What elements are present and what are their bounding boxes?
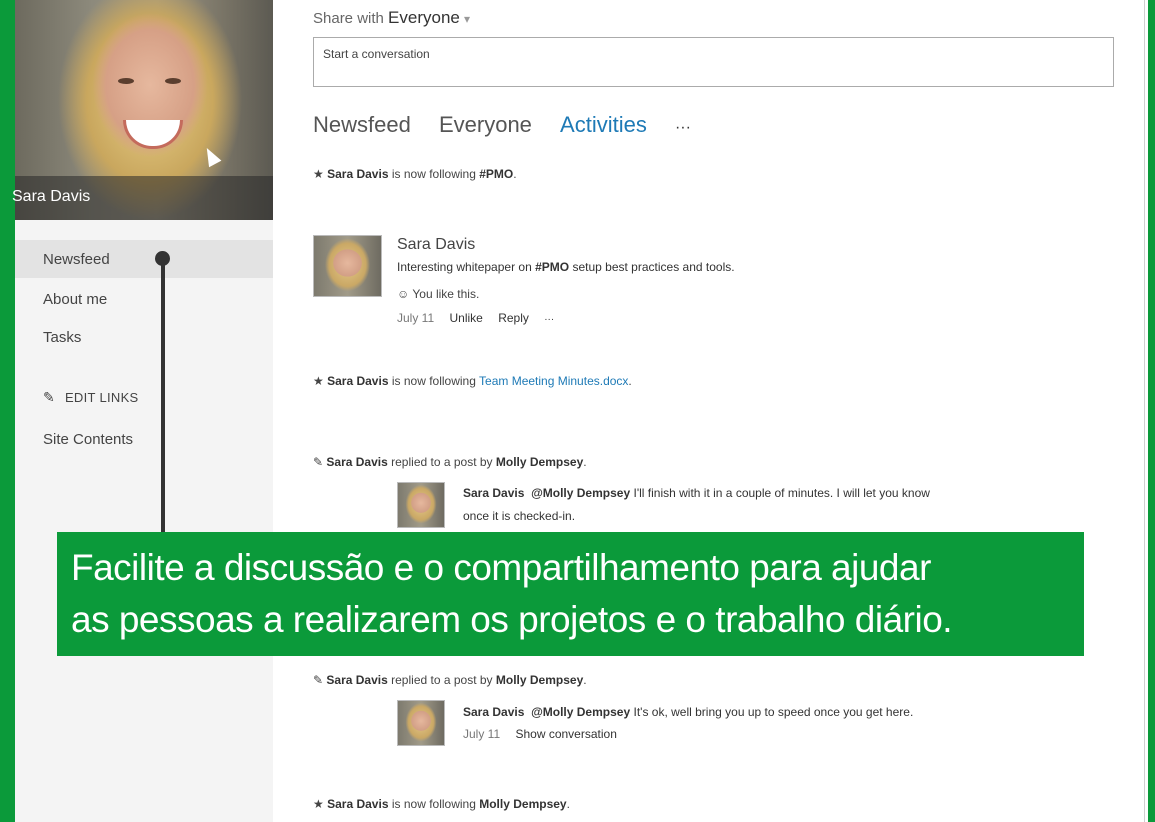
feed-user-link[interactable]: Sara Davis: [327, 374, 388, 388]
feed-suffix: .: [566, 797, 570, 811]
feed-target-link[interactable]: Molly Dempsey: [479, 797, 566, 811]
post-author-link[interactable]: Sara Davis: [397, 236, 475, 254]
right-green-border: [1148, 0, 1155, 822]
banner-line2: as pessoas a realizarem os projetos e o …: [71, 599, 953, 640]
more-actions-button[interactable]: ···: [544, 314, 554, 325]
nav-item-site-contents[interactable]: Site Contents: [43, 431, 133, 448]
feed-target-link[interactable]: Molly Dempsey: [496, 673, 583, 687]
feed-suffix: .: [513, 167, 517, 181]
show-conversation-link[interactable]: Show conversation: [515, 727, 616, 741]
avatar[interactable]: [397, 700, 445, 746]
post-date: July 11: [397, 311, 435, 325]
right-divider: [1144, 0, 1145, 822]
edit-links-label: EDIT LINKS: [64, 390, 139, 405]
pencil-icon: ✎: [43, 389, 56, 405]
star-icon: ★: [313, 374, 324, 388]
pencil-icon: ✎: [313, 455, 324, 469]
composer-placeholder: Start a conversation: [323, 47, 430, 61]
post-text-before: Interesting whitepaper on: [397, 260, 532, 274]
start-conversation-input[interactable]: Start a conversation: [313, 37, 1114, 87]
reply-text-line1: It's ok, well bring you up to speed once…: [633, 705, 914, 719]
tab-everyone[interactable]: Everyone: [439, 112, 532, 138]
post-actions: July 11 Unlike Reply ···: [397, 311, 566, 325]
banner-text: Facilite a discussão e o compartilhament…: [71, 542, 1071, 646]
post-like-status: ☺ You like this.: [397, 287, 480, 301]
reply-date: July 11: [463, 727, 501, 741]
share-prefix: Share with: [313, 10, 384, 27]
avatar[interactable]: [313, 235, 382, 297]
profile-photo[interactable]: [15, 0, 273, 220]
tab-activities[interactable]: Activities: [560, 112, 647, 138]
chevron-down-icon[interactable]: ▾: [464, 12, 470, 26]
tab-newsfeed[interactable]: Newsfeed: [313, 112, 411, 138]
reply-body: Sara Davis @Molly Dempsey I'll finish wi…: [463, 486, 930, 500]
star-icon: ★: [313, 797, 324, 811]
feed-user-link[interactable]: Sara Davis: [326, 673, 387, 687]
post-hashtag-link[interactable]: #PMO: [535, 260, 569, 274]
share-with-selector[interactable]: Share with Everyone ▾: [313, 8, 470, 28]
post-body: Interesting whitepaper on #PMO setup bes…: [397, 260, 735, 274]
nav-item-tasks[interactable]: Tasks: [43, 329, 81, 346]
edit-links-button[interactable]: ✎ EDIT LINKS: [43, 389, 139, 406]
tab-more[interactable]: ···: [675, 119, 691, 137]
feed-tabs: Newsfeed Everyone Activities ···: [313, 112, 713, 138]
reply-text-line1: I'll finish with it in a couple of minut…: [633, 486, 930, 500]
feed-item: ★ Sara Davis is now following #PMO.: [313, 167, 517, 181]
avatar[interactable]: [397, 482, 445, 528]
post-text-after: setup best practices and tools.: [572, 260, 735, 274]
reply-text-line2: once it is checked-in.: [463, 509, 576, 523]
reply-author-link[interactable]: Sara Davis: [463, 486, 524, 500]
feed-suffix: .: [583, 673, 587, 687]
feed-item: ★ Sara Davis is now following Molly Demp…: [313, 797, 570, 811]
reply-button[interactable]: Reply: [498, 311, 529, 325]
profile-name[interactable]: Sara Davis: [12, 188, 90, 206]
reply-body: Sara Davis @Molly Dempsey It's ok, well …: [463, 705, 913, 719]
feed-text: is now following: [391, 797, 476, 811]
feed-text: replied to a post by: [391, 455, 493, 469]
pencil-icon: ✎: [313, 673, 324, 687]
feed-user-link[interactable]: Sara Davis: [326, 455, 387, 469]
profile-eye-left: [118, 78, 134, 84]
reply-mention-link[interactable]: @Molly Dempsey: [531, 486, 630, 500]
feed-item: ★ Sara Davis is now following Team Meeti…: [313, 374, 632, 388]
profile-eye-right: [165, 78, 181, 84]
feed-item: ✎ Sara Davis replied to a post by Molly …: [313, 673, 587, 687]
banner-line1: Facilite a discussão e o compartilhament…: [71, 547, 931, 588]
reply-mention-link[interactable]: @Molly Dempsey: [531, 705, 630, 719]
promo-banner: Facilite a discussão e o compartilhament…: [57, 532, 1084, 656]
share-audience[interactable]: Everyone: [388, 8, 460, 27]
profile-smile: [123, 120, 183, 149]
left-green-border: [0, 0, 15, 822]
document-link[interactable]: Team Meeting Minutes.docx: [479, 374, 628, 388]
mouse-cursor-icon: [200, 144, 222, 168]
feed-user-link[interactable]: Sara Davis: [327, 797, 388, 811]
feed-user-link[interactable]: Sara Davis: [327, 167, 388, 181]
feed-suffix: .: [583, 455, 587, 469]
reply-actions: July 11 Show conversation: [463, 727, 617, 741]
feed-item: ✎ Sara Davis replied to a post by Molly …: [313, 455, 587, 469]
reply-author-link[interactable]: Sara Davis: [463, 705, 524, 719]
star-icon: ★: [313, 167, 324, 181]
callout-pointer-line: [161, 258, 165, 538]
feed-text: replied to a post by: [391, 673, 493, 687]
feed-target-link[interactable]: #PMO: [479, 167, 513, 181]
feed-text: is now following: [391, 374, 476, 388]
feed-text: is now following: [391, 167, 476, 181]
feed-target-link[interactable]: Molly Dempsey: [496, 455, 583, 469]
nav-item-newsfeed[interactable]: Newsfeed: [43, 251, 110, 268]
unlike-button[interactable]: Unlike: [449, 311, 482, 325]
nav-item-about-me[interactable]: About me: [43, 291, 107, 308]
feed-suffix: .: [628, 374, 632, 388]
